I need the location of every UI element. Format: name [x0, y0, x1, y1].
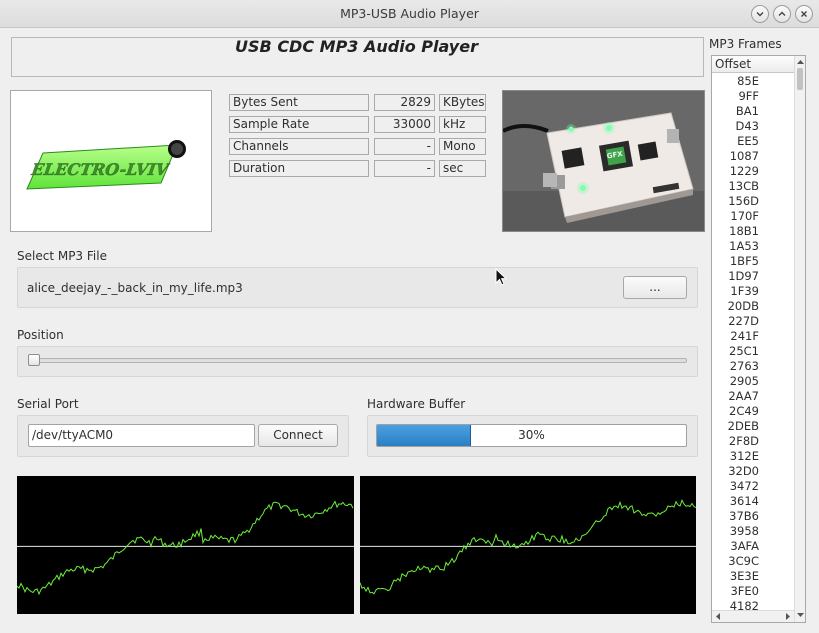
connect-button[interactable]: Connect	[258, 424, 338, 447]
list-item[interactable]: BA1	[712, 104, 793, 119]
dev-board-image: GFX	[503, 91, 704, 231]
list-item[interactable]: 1D97	[712, 269, 793, 284]
scroll-left-arrow-icon[interactable]	[715, 613, 721, 620]
list-item[interactable]: 2C49	[712, 404, 793, 419]
waveform-line	[17, 500, 354, 596]
waveform-left-channel	[17, 476, 354, 614]
list-item[interactable]: 3C9C	[712, 554, 793, 569]
board-photo: GFX	[502, 90, 705, 232]
stat-value-duration: -	[374, 160, 435, 177]
stat-unit-channels: Mono	[439, 138, 486, 155]
stat-label-sample-rate: Sample Rate	[229, 116, 369, 133]
minimize-button[interactable]	[751, 5, 769, 23]
list-item[interactable]: 3AFA	[712, 539, 793, 554]
list-item[interactable]: 227D	[712, 314, 793, 329]
list-item[interactable]: 3614	[712, 494, 793, 509]
vertical-scroll-thumb[interactable]	[797, 68, 803, 90]
hardware-buffer-label: Hardware Buffer	[367, 397, 466, 411]
stat-label-bytes-sent: Bytes Sent	[229, 94, 369, 111]
electro-lviv-logo: ELECTRO-LVIV	[26, 140, 186, 190]
list-item[interactable]: 2AA7	[712, 389, 793, 404]
position-label: Position	[17, 328, 64, 342]
position-slider[interactable]	[30, 358, 687, 363]
list-item[interactable]: 1229	[712, 164, 793, 179]
vertical-scrollbar[interactable]	[794, 56, 805, 622]
list-item[interactable]: 1F39	[712, 284, 793, 299]
close-icon	[801, 11, 807, 17]
buffer-progress-bar: 30%	[376, 424, 687, 447]
stat-value-channels: -	[374, 138, 435, 155]
svg-text:ELECTRO-LVIV: ELECTRO-LVIV	[29, 160, 170, 179]
page-title: USB CDC MP3 Audio Player	[235, 37, 478, 56]
scroll-down-arrow-icon[interactable]	[797, 612, 804, 618]
list-item[interactable]: 2763	[712, 359, 793, 374]
position-slider-handle[interactable]	[28, 354, 40, 366]
stat-label-channels: Channels	[229, 138, 369, 155]
mp3-frames-items: 85E 9FF BA1 D43 EE5 1087 1229 13CB 156D 170F 18B1 1…	[712, 74, 793, 614]
list-item[interactable]: 3FE0	[712, 584, 793, 599]
waveform-right-channel	[360, 476, 696, 614]
stat-unit-bytes-sent: KBytes	[439, 94, 486, 111]
list-item[interactable]: 1A53	[712, 239, 793, 254]
list-item[interactable]: 18B1	[712, 224, 793, 239]
list-item[interactable]: 85E	[712, 74, 793, 89]
serial-port-label: Serial Port	[17, 397, 79, 411]
mouse-pointer-icon	[495, 268, 507, 286]
stat-unit-sample-rate: kHz	[439, 116, 486, 133]
list-item[interactable]: 156D	[712, 194, 793, 209]
logo: ELECTRO-LVIV	[10, 90, 212, 232]
stat-unit-duration: sec	[439, 160, 486, 177]
list-item[interactable]: 9FF	[712, 89, 793, 104]
list-item[interactable]: 3E3E	[712, 569, 793, 584]
browse-button[interactable]: ...	[623, 276, 687, 299]
list-item[interactable]: 37B6	[712, 509, 793, 524]
maximize-button[interactable]	[773, 5, 791, 23]
list-item[interactable]: 25C1	[712, 344, 793, 359]
mp3-frames-list[interactable]: Offset 85E 9FF BA1 D43 EE5 1087 1229 13CB 156D 17…	[711, 55, 806, 623]
chevron-up-icon	[778, 11, 786, 16]
stat-label-duration: Duration	[229, 160, 369, 177]
waveform-line	[360, 499, 696, 595]
list-item[interactable]: 312E	[712, 449, 793, 464]
list-item[interactable]: 13CB	[712, 179, 793, 194]
window-title: MP3-USB Audio Player	[340, 6, 479, 21]
list-item[interactable]: 1BF5	[712, 254, 793, 269]
list-item[interactable]: 241F	[712, 329, 793, 344]
list-column-header-offset[interactable]: Offset	[712, 56, 796, 73]
list-item[interactable]: 2905	[712, 374, 793, 389]
serial-port-input[interactable]: /dev/ttyACM0	[28, 424, 255, 447]
scroll-up-arrow-icon[interactable]	[797, 59, 804, 65]
selected-file-name: alice_deejay_-_back_in_my_life.mp3	[27, 281, 243, 295]
select-file-label: Select MP3 File	[17, 249, 107, 263]
close-button[interactable]	[795, 5, 813, 23]
list-item[interactable]: 20DB	[712, 299, 793, 314]
list-item[interactable]: D43	[712, 119, 793, 134]
list-item[interactable]: 1087	[712, 149, 793, 164]
list-item[interactable]: 170F	[712, 209, 793, 224]
list-item[interactable]: 3958	[712, 524, 793, 539]
chevron-down-icon	[756, 12, 764, 17]
list-item[interactable]: EE5	[712, 134, 793, 149]
list-item[interactable]: 3472	[712, 479, 793, 494]
buffer-progress-text: 30%	[518, 428, 545, 442]
mp3-frames-label: MP3 Frames	[709, 37, 782, 51]
horizontal-scrollbar[interactable]	[712, 610, 794, 622]
list-item[interactable]: 2F8D	[712, 434, 793, 449]
list-item[interactable]: 32D0	[712, 464, 793, 479]
stat-value-sample-rate: 33000	[374, 116, 435, 133]
list-item[interactable]: 2DEB	[712, 419, 793, 434]
scroll-right-arrow-icon[interactable]	[785, 613, 791, 620]
stat-value-bytes-sent: 2829	[374, 94, 435, 111]
